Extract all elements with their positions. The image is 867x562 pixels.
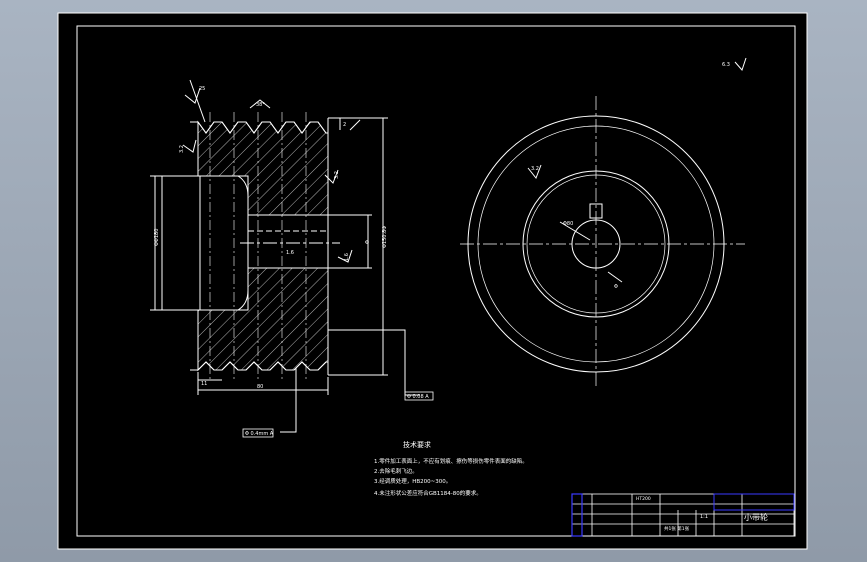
- label-bore-mark: 1.6: [286, 250, 294, 256]
- label-hub-dia: ΦΦ180: [154, 229, 160, 246]
- label-outer-dia: Φ150.8Φ: [382, 226, 388, 248]
- label-bore: Φ: [365, 240, 371, 244]
- label-front-bore: Φ80: [563, 221, 573, 227]
- title-part-name: 小带轮: [744, 512, 768, 522]
- label-general-roughness: 6.3: [722, 62, 730, 68]
- tolerance-frame-bottom: Φ 0.4mm A: [242, 428, 274, 438]
- label-dim-small: 2: [343, 122, 346, 128]
- note-item-4: 4.未注形状公差应符合GB1184-80的要求。: [374, 489, 482, 497]
- cad-sheet: 25 38° 3.2 3.2 1.6 ΦΦ180 Φ150.8Φ Φ 1.6 1…: [57, 12, 808, 550]
- note-item-1: 1.零件加工表面上，不应有划痕、擦伤等损伤零件表面的缺陷。: [374, 457, 528, 465]
- label-dim-groove: 11: [201, 381, 207, 387]
- note-item-3: 3.经调质处理，HB200~300。: [374, 477, 451, 485]
- label-roughness-pulley: 3.2: [179, 145, 185, 153]
- note-item-2: 2.去除毛刺飞边。: [374, 467, 418, 475]
- tol-right-text: Φ 0.08 A: [407, 394, 429, 400]
- label-groove-angle: 38°: [256, 102, 265, 108]
- label-front-sym: Φ: [614, 284, 618, 290]
- label-roughness-top: 25: [199, 86, 205, 92]
- label-dim-width: 80: [257, 384, 263, 390]
- title-scale: 1:1: [700, 514, 708, 520]
- label-front-roughness: 3.2: [531, 166, 539, 172]
- label-roughness-keyway: 1.6: [344, 253, 350, 261]
- hub: [161, 175, 249, 311]
- title-sheets: 共1张 第1张: [664, 525, 690, 532]
- title-material: HT200: [636, 496, 651, 502]
- notes-title: 技术要求: [403, 440, 431, 449]
- label-roughness-right: 3.2: [334, 171, 340, 179]
- tol-bottom-text: Φ 0.4mm A: [245, 431, 274, 437]
